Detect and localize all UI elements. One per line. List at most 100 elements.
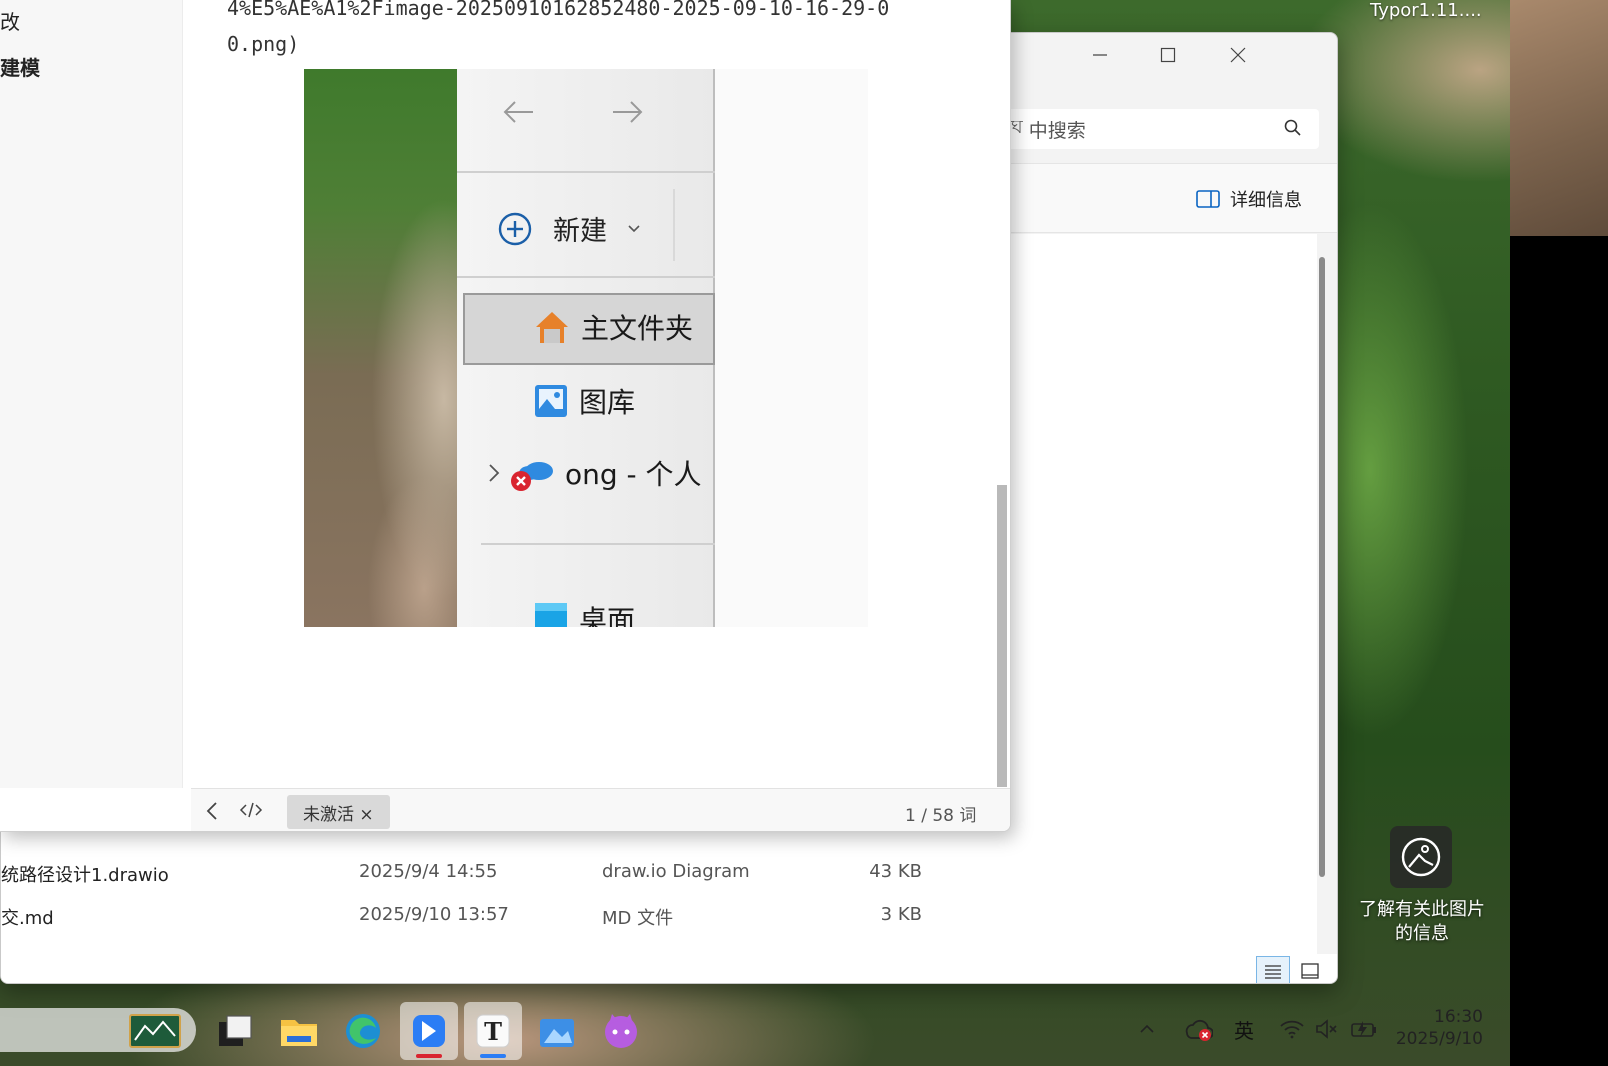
new-button: 新建 [497,209,641,248]
spotlight-info-label[interactable]: 了解有关此图片的信息 [1354,898,1490,946]
file-date: 2025/9/4 14:55 [359,861,498,882]
clock-time: 16:30 [1434,1007,1483,1027]
input-language-button[interactable]: 英 [1226,1004,1262,1054]
file-date: 2025/9/10 13:57 [359,904,509,925]
taskbar-photos[interactable] [528,1002,586,1060]
search-placeholder: 中搜索 [1028,119,1086,142]
nav-item-onedrive: ong - 个人 [487,453,702,493]
nav-item-desktop: 桌面 [533,599,635,627]
running-indicator [416,1054,442,1058]
spotlight-info-button[interactable] [1390,826,1452,888]
chevron-left-icon[interactable] [203,800,223,822]
typora-icon: T [476,1014,510,1048]
taskbar-app-sketch[interactable] [126,1002,184,1060]
taskbar-clock[interactable]: 16:30 2025/9/10 [1395,1006,1483,1050]
details-label: 详细信息 [1230,190,1302,211]
search-input[interactable]: ঘ 中搜索 [1001,109,1319,149]
markdown-source-line[interactable]: 0.png) [227,32,299,56]
window-title-typora[interactable]: Typor1.11.... [1370,0,1482,21]
screen-edge [1510,236,1608,1066]
markdown-source-line[interactable]: 4%E5%AE%A1%2Fimage-20250910162852480-202… [227,0,889,20]
onedrive-error-icon [511,462,553,491]
nav-item-gallery: 图库 [533,381,635,421]
edge-browser-icon [346,1014,380,1048]
nav-label: 主文件夹 [581,312,694,345]
sidebar-item[interactable]: 建模 [0,52,40,81]
search-icon[interactable] [1283,118,1303,138]
running-indicator [480,1054,506,1058]
chevron-down-icon [628,224,640,232]
explorer-scrollbar[interactable] [1319,257,1325,877]
volume-muted-icon [1316,1019,1337,1039]
file-type: draw.io Diagram [602,861,750,882]
divider [457,276,715,278]
battery-charging-icon [1351,1021,1376,1037]
taskbar: T 英 16:30 2025/9/10 [0,984,1510,1066]
list-view-icon [1265,965,1281,979]
feishu-icon [413,1015,445,1047]
file-row[interactable]: 交.md 2025/9/10 13:57 MD 文件 3 KB [1,904,961,934]
close-icon [1230,47,1246,63]
typora-sidebar: 改 建模 [0,0,183,788]
whiteboard-app-icon [129,1014,181,1048]
embedded-image[interactable]: 新建 主文件夹 图库 ong - 个人 桌面 [304,69,868,627]
embedded-blank-area [717,69,868,627]
maximize-button[interactable] [1145,39,1191,71]
home-icon [536,312,568,343]
tiles-view-icon [1301,963,1319,979]
forward-arrow-icon [613,101,643,123]
camera-aperture-icon [1401,837,1441,877]
nav-label: 图库 [579,386,636,419]
onedrive-error-icon [1185,1019,1213,1041]
chevron-up-icon [1140,1024,1154,1033]
chevron-right-icon [489,464,500,482]
file-size: 3 KB [880,904,922,925]
file-type: MD 文件 [602,908,674,929]
file-name: 交.md [1,908,54,929]
divider [481,543,715,545]
typora-scrollbar[interactable] [997,485,1007,787]
details-pane-icon [1196,190,1220,208]
taskbar-task-view[interactable] [206,1002,264,1060]
onedrive-tray-button[interactable] [1180,1004,1216,1054]
embedded-explorer-nav-pane: 新建 主文件夹 图库 ong - 个人 桌面 [457,69,715,627]
show-hidden-icons-button[interactable] [1130,1004,1164,1054]
close-button[interactable] [1215,39,1261,71]
details-view-button[interactable] [1256,956,1290,983]
clock-date: 2025/9/10 [1395,1029,1483,1049]
activation-badge[interactable]: 未激活 × [287,795,390,829]
taskbar-typora[interactable]: T [464,1002,522,1060]
file-row[interactable]: 统路径设计1.drawio 2025/9/4 14:55 draw.io Dia… [1,861,961,891]
word-count[interactable]: 1 / 58 词 [905,801,976,826]
folder-icon [281,1020,317,1046]
back-arrow-icon [503,101,533,123]
source-code-mode-button[interactable] [239,801,263,824]
wifi-icon [1280,1020,1304,1039]
plus-circle-icon [498,212,532,245]
gallery-icon [535,385,567,417]
svg-text:T: T [484,1017,502,1046]
taskbar-cat-app[interactable] [592,1002,650,1060]
maximize-icon [1160,47,1176,63]
sidebar-item[interactable]: 改 [0,6,20,35]
minimize-button[interactable] [1077,39,1123,71]
wallpaper-edge [1510,0,1608,236]
network-button[interactable] [1276,1004,1308,1054]
taskbar-feishu[interactable] [400,1002,458,1060]
nav-label: 桌面 [579,604,636,627]
taskbar-edge[interactable] [334,1002,392,1060]
nav-label: ong - 个人 [565,458,702,491]
large-icons-view-button[interactable] [1293,956,1327,983]
taskbar-file-explorer[interactable] [270,1002,328,1060]
minimize-icon [1093,54,1107,56]
photos-icon [540,1019,574,1047]
battery-button[interactable] [1348,1004,1380,1054]
details-pane-button[interactable]: 详细信息 [1196,186,1302,212]
typora-window: 改 建模 4%E5%AE%A1%2Fimage-2025091016285248… [0,0,1011,832]
divider [673,189,675,261]
volume-button[interactable] [1312,1004,1342,1054]
divider [457,171,715,173]
new-label: 新建 [553,216,607,247]
code-icon [239,802,263,818]
nav-item-home: 主文件夹 [533,307,693,347]
